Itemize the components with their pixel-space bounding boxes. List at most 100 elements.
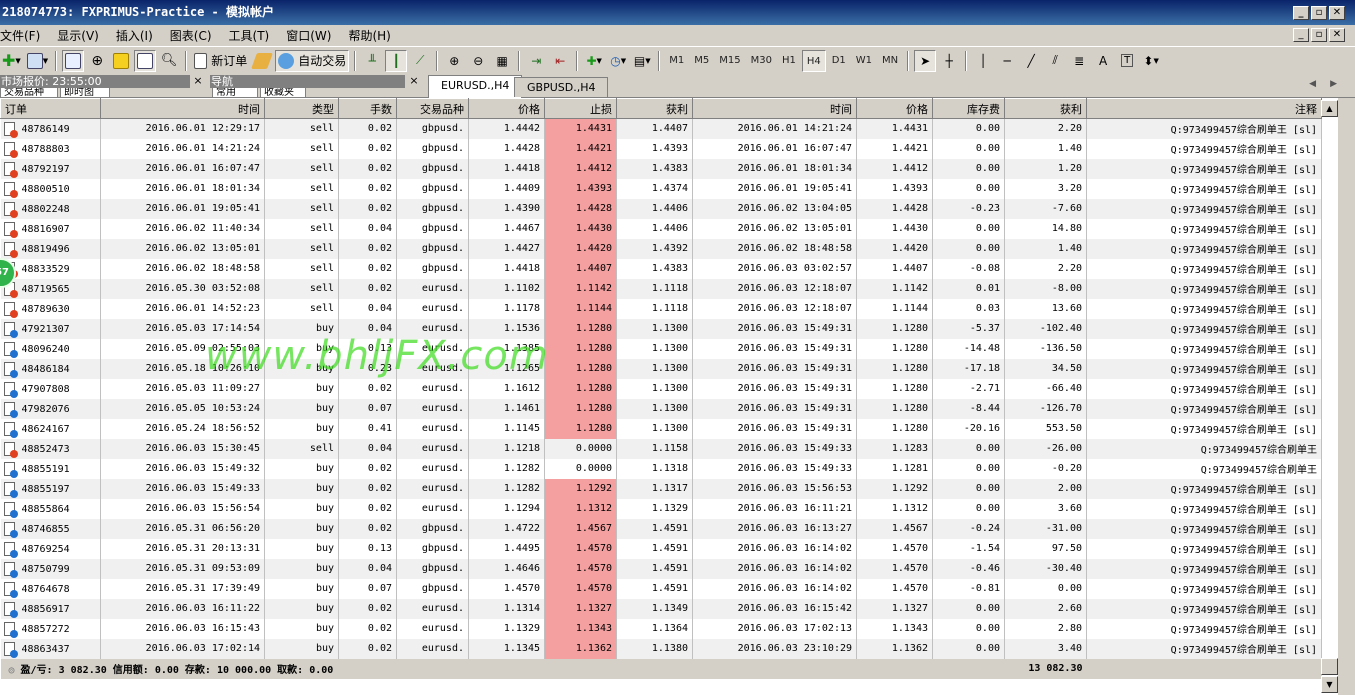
line-chart-button[interactable]: ⟋ bbox=[409, 50, 431, 72]
profiles-button[interactable]: ▼ bbox=[25, 50, 50, 72]
fibonacci-button[interactable]: ≣ bbox=[1068, 50, 1090, 72]
table-row[interactable]: 48096240 2016.05.09 02:55:03 buy 0.13 eurusd… bbox=[0, 338, 1322, 359]
candlesticks-button[interactable]: ┃ bbox=[385, 49, 408, 72]
arrows-button[interactable]: ⬍ ▼ bbox=[1140, 50, 1162, 72]
table-row[interactable]: 48769254 2016.05.31 20:13:31 buy 0.13 gbpusd… bbox=[0, 538, 1322, 559]
trendline-button[interactable]: ╱ bbox=[1020, 50, 1042, 72]
table-row[interactable]: 48788803 2016.06.01 14:21:24 sell 0.02 gbpus… bbox=[0, 138, 1322, 159]
market-watch-close-icon[interactable]: × bbox=[192, 75, 204, 87]
table-row[interactable]: 48764678 2016.05.31 17:39:49 buy 0.07 gbpusd… bbox=[0, 578, 1322, 599]
market-watch-toggle[interactable] bbox=[62, 49, 85, 72]
header-order[interactable]: 订单 bbox=[0, 98, 101, 119]
table-row[interactable]: 48816907 2016.06.02 11:40:34 sell 0.04 gbpus… bbox=[0, 218, 1322, 239]
crosshair-tool-button[interactable]: ┼ bbox=[938, 50, 960, 72]
zoom-in-button[interactable]: ⊕ bbox=[443, 50, 465, 72]
header-open-price[interactable]: 价格 bbox=[468, 98, 545, 119]
header-close-price[interactable]: 价格 bbox=[856, 98, 933, 119]
scroll-thumb[interactable] bbox=[1321, 658, 1338, 675]
left-arrow-icon[interactable]: ◀ bbox=[1309, 79, 1330, 89]
table-row[interactable]: 48786149 2016.06.01 12:29:17 sell 0.02 gbpus… bbox=[0, 118, 1322, 139]
timeframe-m1[interactable]: M1 bbox=[665, 50, 688, 72]
templates-button[interactable]: ▤ ▼ bbox=[631, 50, 653, 72]
timeframe-w1[interactable]: W1 bbox=[852, 50, 876, 72]
scroll-up-arrow-icon[interactable]: ▲ bbox=[1321, 100, 1338, 117]
text-label-button[interactable]: T bbox=[1116, 50, 1138, 72]
header-open-time[interactable]: 时间 bbox=[100, 98, 265, 119]
table-row[interactable]: 48855864 2016.06.03 15:56:54 buy 0.02 eurusd… bbox=[0, 498, 1322, 519]
navigator-close-icon[interactable]: × bbox=[408, 75, 420, 87]
table-row[interactable]: 48624167 2016.05.24 18:56:52 buy 0.41 eurusd… bbox=[0, 418, 1322, 439]
chart-tabs-scroll-arrows[interactable]: ◀▶ bbox=[1309, 79, 1351, 89]
menu-file[interactable]: 文件(F) bbox=[0, 27, 49, 44]
periods-button[interactable]: ◷ ▼ bbox=[607, 50, 629, 72]
strategy-tester-toggle[interactable]: 🔍︎ bbox=[158, 50, 180, 72]
header-swap[interactable]: 库存费 bbox=[932, 98, 1005, 119]
menu-tools[interactable]: 工具(T) bbox=[221, 27, 279, 44]
table-row[interactable]: 48719565 2016.05.30 03:52:08 sell 0.02 eurus… bbox=[0, 278, 1322, 299]
bar-chart-button[interactable]: ╨ bbox=[361, 50, 383, 72]
equidistant-channel-button[interactable]: ⫽ bbox=[1044, 50, 1066, 72]
timeframe-m15[interactable]: M15 bbox=[715, 50, 744, 72]
tile-windows-button[interactable]: ▦ bbox=[491, 50, 513, 72]
text-tool-button[interactable]: A bbox=[1092, 50, 1114, 72]
market-watch-tab-tick-chart[interactable]: 即时图 bbox=[60, 88, 110, 98]
table-row[interactable]: 48746855 2016.05.31 06:56:20 buy 0.02 gbpusd… bbox=[0, 518, 1322, 539]
chart-tab-eurusd-h4[interactable]: EURUSD.,H4 bbox=[428, 75, 523, 98]
indicators-button[interactable]: ✚ ▼ bbox=[583, 50, 605, 72]
new-order-button[interactable]: 新订单 bbox=[192, 50, 249, 72]
header-profit[interactable]: 获利 bbox=[1004, 98, 1087, 119]
market-watch-tab-symbols[interactable]: 交易品种 bbox=[0, 88, 58, 98]
horizontal-line-button[interactable]: ─ bbox=[996, 50, 1018, 72]
right-arrow-icon[interactable]: ▶ bbox=[1330, 79, 1351, 89]
header-close-time[interactable]: 时间 bbox=[692, 98, 857, 119]
header-type[interactable]: 类型 bbox=[264, 98, 339, 119]
menu-window[interactable]: 窗口(W) bbox=[278, 27, 340, 44]
auto-trading-button[interactable]: 自动交易 bbox=[275, 49, 350, 72]
header-comment[interactable]: 注释 bbox=[1086, 98, 1322, 119]
table-row[interactable]: 48802248 2016.06.01 19:05:41 sell 0.02 gbpus… bbox=[0, 198, 1322, 219]
timeframe-m30[interactable]: M30 bbox=[747, 50, 776, 72]
timeframe-mn[interactable]: MN bbox=[878, 50, 902, 72]
terminal-toggle[interactable] bbox=[134, 49, 157, 72]
minimize-button[interactable]: _ bbox=[1293, 6, 1309, 20]
cursor-tool-button[interactable]: ➤ bbox=[914, 49, 937, 72]
table-row[interactable]: 47907808 2016.05.03 11:09:27 buy 0.02 eurusd… bbox=[0, 378, 1322, 399]
scroll-down-arrow-icon[interactable]: ▼ bbox=[1321, 676, 1338, 693]
menu-help[interactable]: 帮助(H) bbox=[340, 27, 399, 44]
table-row[interactable]: 48833529 2016.06.02 18:48:58 sell 0.02 gbpus… bbox=[0, 258, 1322, 279]
table-row[interactable]: 48792197 2016.06.01 16:07:47 sell 0.02 gbpus… bbox=[0, 158, 1322, 179]
table-row[interactable]: 48789630 2016.06.01 14:52:23 sell 0.04 eurus… bbox=[0, 298, 1322, 319]
table-row[interactable]: 48855197 2016.06.03 15:49:33 buy 0.02 eurusd… bbox=[0, 478, 1322, 499]
navigator-toggle[interactable] bbox=[110, 50, 132, 72]
chart-tab-gbpusd-h4[interactable]: GBPUSD.,H4 bbox=[514, 77, 609, 97]
table-row[interactable]: 48857272 2016.06.03 16:15:43 buy 0.02 eurusd… bbox=[0, 618, 1322, 639]
timeframe-h1[interactable]: H1 bbox=[778, 50, 800, 72]
table-row[interactable]: 48852473 2016.06.03 15:30:45 sell 0.04 eurus… bbox=[0, 438, 1322, 459]
table-row[interactable]: 48863437 2016.06.03 17:02:14 buy 0.02 eurusd… bbox=[0, 638, 1322, 659]
table-row[interactable]: 48819496 2016.06.02 13:05:01 sell 0.02 gbpus… bbox=[0, 238, 1322, 259]
menu-charts[interactable]: 图表(C) bbox=[162, 27, 221, 44]
data-window-toggle[interactable]: ⊕ bbox=[86, 50, 108, 72]
header-symbol[interactable]: 交易品种 bbox=[396, 98, 469, 119]
header-take-profit[interactable]: 获利 bbox=[616, 98, 693, 119]
table-row[interactable]: 48800510 2016.06.01 18:01:34 sell 0.02 gbpus… bbox=[0, 178, 1322, 199]
menu-view[interactable]: 显示(V) bbox=[49, 27, 108, 44]
timeframe-h4[interactable]: H4 bbox=[801, 49, 826, 72]
timeframe-m5[interactable]: M5 bbox=[690, 50, 713, 72]
table-row[interactable]: 48750799 2016.05.31 09:53:09 buy 0.04 gbpusd… bbox=[0, 558, 1322, 579]
child-restore-button[interactable]: ▫ bbox=[1311, 28, 1327, 42]
zoom-out-button[interactable]: ⊖ bbox=[467, 50, 489, 72]
auto-scroll-button[interactable]: ⇥ bbox=[525, 50, 547, 72]
metaeditor-button[interactable] bbox=[251, 50, 274, 72]
chart-shift-button[interactable]: ⇤ bbox=[549, 50, 571, 72]
new-chart-button[interactable]: ✚ ▼ bbox=[0, 50, 23, 72]
header-size[interactable]: 手数 bbox=[338, 98, 397, 119]
child-close-button[interactable]: ✕ bbox=[1329, 28, 1345, 42]
navigator-tab-favorites[interactable]: 收藏夹 bbox=[260, 88, 306, 98]
table-row[interactable]: 47982076 2016.05.05 10:53:24 buy 0.07 eurusd… bbox=[0, 398, 1322, 419]
table-row[interactable]: 47921307 2016.05.03 17:14:54 buy 0.04 eurusd… bbox=[0, 318, 1322, 339]
timeframe-d1[interactable]: D1 bbox=[828, 50, 850, 72]
table-row[interactable]: 48855191 2016.06.03 15:49:32 buy 0.02 eurusd… bbox=[0, 458, 1322, 479]
history-vertical-scrollbar[interactable]: ▲ ▼ bbox=[1321, 98, 1338, 695]
header-stop-loss[interactable]: 止损 bbox=[544, 98, 617, 119]
